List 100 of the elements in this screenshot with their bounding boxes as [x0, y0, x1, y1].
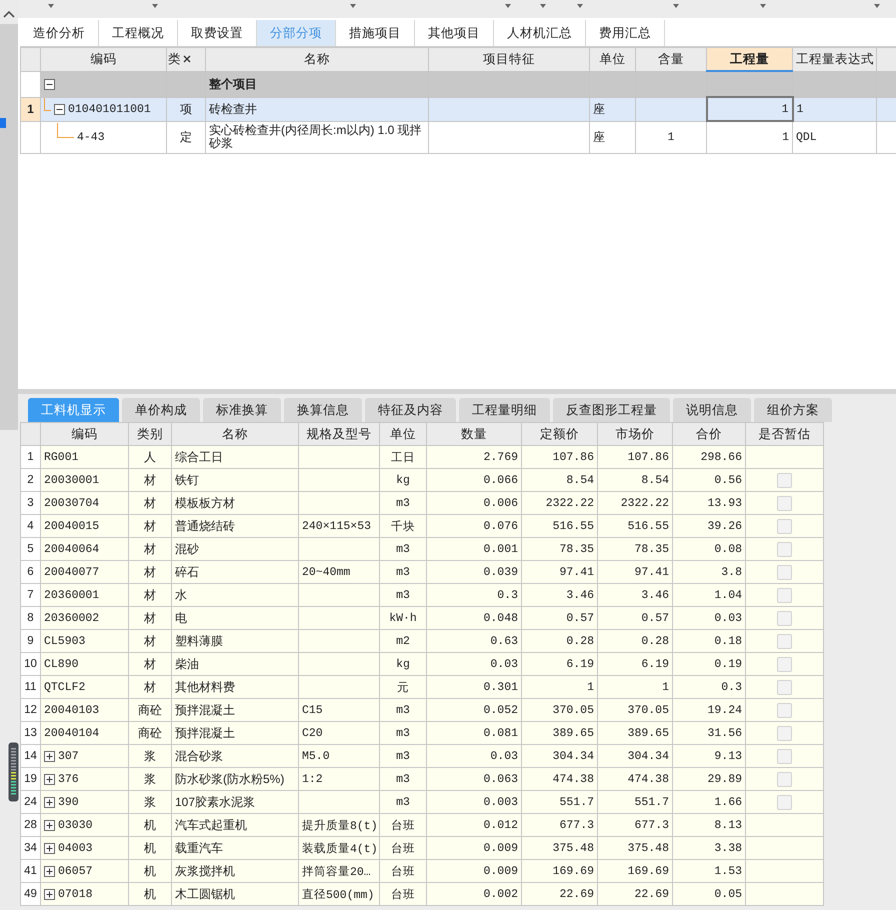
tab[interactable]: 组价方案: [754, 398, 832, 422]
expand-icon[interactable]: [44, 774, 55, 784]
caret-icon[interactable]: [760, 4, 766, 8]
column-header[interactable]: 单位: [590, 48, 636, 71]
table-cell: 390: [58, 796, 79, 808]
tab[interactable]: 措施项目: [336, 20, 415, 46]
column-header[interactable]: 类别: [128, 422, 172, 446]
expand-icon[interactable]: [44, 888, 55, 900]
expand-icon[interactable]: [44, 866, 55, 876]
table-cell: 其他材料费: [175, 680, 235, 694]
table-cell: 370.05: [628, 704, 669, 716]
tab[interactable]: 反查图形工程量: [553, 398, 670, 422]
table-row[interactable]: 1 010401011001 项 砖检查井 座 1 1: [20, 97, 896, 121]
tab[interactable]: 其他项目: [415, 20, 494, 46]
caret-icon[interactable]: [577, 4, 583, 8]
row-number: 19: [24, 773, 37, 785]
checkbox[interactable]: [777, 564, 792, 580]
table-cell: 整个项目: [209, 76, 257, 90]
checkbox[interactable]: [777, 680, 792, 695]
tab[interactable]: 工程量明细: [459, 398, 550, 422]
checkbox[interactable]: [777, 794, 792, 810]
tab[interactable]: 人材机汇总: [494, 20, 586, 46]
column-header[interactable]: 工程量表达式: [792, 48, 876, 71]
checkbox[interactable]: [777, 634, 792, 649]
table-cell: 240×115×53: [302, 520, 372, 532]
tab[interactable]: 工程概况: [99, 20, 178, 46]
table-cell: 3.8: [721, 566, 742, 578]
checkbox[interactable]: [777, 656, 792, 672]
table-cell: 3.46: [641, 588, 669, 602]
tab[interactable]: 造价分析: [20, 20, 99, 46]
table-cell: 1: [782, 131, 789, 144]
column-header[interactable]: 合价: [672, 422, 746, 446]
table-cell: 0.039: [483, 566, 518, 578]
table-cell: 预拌混凝土: [175, 702, 235, 716]
expand-icon[interactable]: [44, 796, 55, 808]
column-header[interactable]: 项目特征: [428, 48, 590, 71]
collapse-icon[interactable]: [54, 104, 65, 114]
tab[interactable]: 单价构成: [122, 398, 200, 422]
collapse-icon[interactable]: [44, 78, 55, 90]
caret-icon[interactable]: [540, 4, 546, 8]
table-cell: 97.41: [634, 566, 669, 578]
table-cell: 0.048: [483, 612, 518, 624]
table-row[interactable]: 4-43 定 实心砖检查井(内径周长:m以内) 1.0 现拌砂浆 座 1 1 QDL: [20, 121, 896, 154]
table-cell: 13.93: [707, 496, 742, 510]
column-header[interactable]: 工程量: [706, 48, 792, 71]
expand-icon[interactable]: [44, 842, 55, 854]
column-header[interactable]: 名称: [206, 48, 428, 71]
table-cell: 298.66: [700, 450, 742, 464]
column-header[interactable]: 规格及型号: [298, 422, 380, 446]
checkbox[interactable]: [777, 702, 792, 718]
checkbox[interactable]: [777, 518, 792, 534]
table-cell: 78.35: [634, 542, 669, 556]
tab[interactable]: 换算信息: [284, 398, 362, 422]
caret-icon[interactable]: [673, 4, 679, 8]
scroll-up-icon[interactable]: [3, 10, 15, 18]
column-header[interactable]: 含量: [636, 48, 706, 71]
caret-icon[interactable]: [48, 4, 54, 8]
checkbox[interactable]: [777, 772, 792, 787]
expand-icon[interactable]: [44, 820, 55, 830]
table-cell: 碎石: [175, 564, 199, 578]
tree-line: [57, 122, 74, 138]
checkbox[interactable]: [777, 748, 792, 764]
table-row[interactable]: 整个项目: [20, 71, 896, 97]
table-cell: 04003: [58, 842, 93, 854]
table-cell: m3: [396, 772, 410, 786]
checkbox[interactable]: [777, 726, 792, 741]
table-cell: 材: [144, 610, 156, 624]
table-cell: 载重汽车: [175, 840, 223, 854]
column-header[interactable]: 编码: [40, 48, 166, 71]
column-header[interactable]: 定额价: [522, 422, 598, 446]
tab[interactable]: 特征及内容: [365, 398, 456, 422]
table-cell: 0.19: [714, 658, 742, 670]
caret-icon[interactable]: [350, 4, 356, 8]
column-header[interactable]: 类: [166, 48, 206, 71]
column-header[interactable]: 是否暂估: [746, 422, 824, 446]
table-cell: 474.38: [552, 772, 594, 786]
caret-icon[interactable]: [152, 4, 158, 8]
checkbox[interactable]: [777, 542, 792, 557]
close-icon[interactable]: [183, 55, 191, 64]
table-cell: 20040077: [44, 566, 100, 578]
checkbox[interactable]: [777, 472, 792, 488]
caret-icon[interactable]: [874, 4, 880, 8]
expand-icon[interactable]: [44, 750, 55, 762]
checkbox[interactable]: [777, 588, 792, 603]
tab[interactable]: 标准换算: [203, 398, 281, 422]
column-header[interactable]: 数量: [426, 422, 522, 446]
column-header[interactable]: 编码: [40, 422, 128, 446]
tab[interactable]: 说明信息: [673, 398, 751, 422]
caret-icon[interactable]: [505, 4, 511, 8]
column-header[interactable]: 名称: [172, 422, 298, 446]
table-cell: RG001: [44, 450, 79, 464]
checkbox[interactable]: [777, 496, 792, 511]
column-header[interactable]: 市场价: [598, 422, 672, 446]
checkbox[interactable]: [777, 610, 792, 626]
row-number: 1: [27, 451, 34, 463]
tab[interactable]: 费用汇总: [586, 20, 665, 46]
column-header[interactable]: 单位: [380, 422, 426, 446]
table-cell: 塑料薄膜: [175, 634, 223, 648]
table-cell: 浆: [144, 794, 156, 808]
gauge-icon[interactable]: [8, 742, 19, 802]
